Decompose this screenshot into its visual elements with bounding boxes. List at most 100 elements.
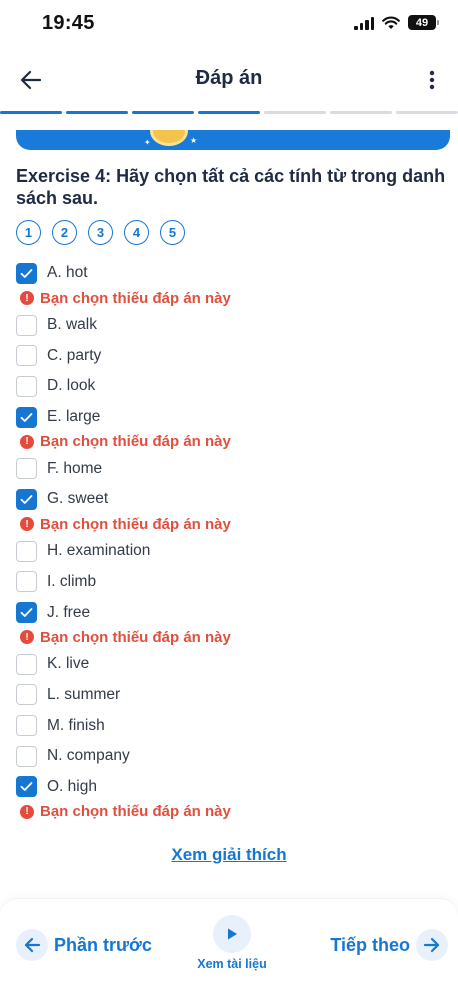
option-checkbox[interactable] [16,375,37,397]
option-checkbox[interactable] [16,776,37,798]
missing-answer-warning: ! Bạn chọn thiếu đáp án này [16,800,446,823]
option-label: N. company [47,747,130,765]
option-label: D. look [47,377,96,395]
option-checkbox[interactable] [16,684,37,706]
option-row[interactable]: L. summer [16,680,446,711]
option-checkbox[interactable] [16,345,37,367]
progress-segments [0,111,458,114]
option-checkbox[interactable] [16,406,37,428]
progress-segment [330,111,392,114]
progress-segment [198,111,260,114]
option-row[interactable]: C. party [16,340,446,371]
option-checkbox[interactable] [16,488,37,510]
play-icon [228,928,237,940]
missing-answer-warning: ! Bạn chọn thiếu đáp án này [16,513,446,536]
check-icon [20,608,33,617]
option-row[interactable]: G. sweet [16,484,446,515]
warning-text: Bạn chọn thiếu đáp án này [40,289,231,307]
option-row[interactable]: D. look [16,371,446,402]
option-checkbox[interactable] [16,314,37,336]
exclamation-circle-icon: ! [20,630,34,645]
sparkle-icon: ✦ [144,138,151,147]
option-checkbox[interactable] [16,262,37,284]
question-button-1[interactable]: 1 [16,220,41,245]
question-button-5[interactable]: 5 [160,220,185,245]
progress-segment [132,111,194,114]
battery-level: 49 [415,16,429,29]
missing-answer-warning: ! Bạn chọn thiếu đáp án này [16,430,446,453]
option-label: G. sweet [47,490,109,508]
status-bar: 19:45 49 [0,0,458,50]
option-checkbox[interactable] [16,745,37,767]
status-icons: 49 [354,15,439,30]
next-button[interactable]: Tiếp theo [330,929,448,961]
docs-label: Xem tài liệu [197,957,267,971]
coin-icon [150,130,188,146]
option-label: L. summer [47,685,121,703]
app-header: Đáp án [0,55,458,105]
option-checkbox[interactable] [16,458,37,480]
option-checkbox[interactable] [16,571,37,593]
option-row[interactable]: B. walk [16,310,446,341]
next-label: Tiếp theo [330,934,410,955]
sparkle-icon: ★ [190,136,198,145]
prev-button[interactable]: Phần trước [16,929,152,961]
missing-answer-warning: ! Bạn chọn thiếu đáp án này [16,287,446,310]
option-row[interactable]: H. examination [16,536,446,567]
option-label: I. climb [47,572,97,590]
exclamation-circle-icon: ! [20,517,34,532]
option-row[interactable]: M. finish [16,710,446,741]
progress-segment [66,111,128,114]
warning-text: Bạn chọn thiếu đáp án này [40,515,231,533]
more-button[interactable] [420,65,444,95]
arrow-right-icon [423,937,440,953]
warning-text: Bạn chọn thiếu đáp án này [40,628,231,646]
exclamation-circle-icon: ! [20,434,34,449]
option-label: H. examination [47,542,151,560]
option-label: A. hot [47,264,88,282]
question-button-3[interactable]: 3 [88,220,113,245]
question-button-2[interactable]: 2 [52,220,77,245]
exclamation-circle-icon: ! [20,804,34,819]
option-row[interactable]: F. home [16,453,446,484]
option-row[interactable]: O. high [16,772,446,803]
exclamation-circle-icon: ! [20,291,34,306]
status-time: 19:45 [42,12,95,34]
explain-link[interactable]: Xem giải thích [0,845,458,865]
warning-text: Bạn chọn thiếu đáp án này [40,803,231,821]
more-vertical-icon [429,70,435,90]
option-checkbox[interactable] [16,715,37,737]
option-row[interactable]: N. company [16,741,446,772]
question-nav: 12345 [16,220,185,245]
exercise-title: Exercise 4: Hãy chọn tất cả các tính từ … [16,166,446,208]
check-icon [20,268,33,278]
missing-answer-warning: ! Bạn chọn thiếu đáp án này [16,626,446,649]
prev-circle [16,929,48,961]
banner: ✦ ★ [16,130,450,150]
warning-text: Bạn chọn thiếu đáp án này [40,433,231,451]
option-checkbox[interactable] [16,602,37,624]
option-row[interactable]: A. hot [16,258,446,289]
question-button-4[interactable]: 4 [124,220,149,245]
option-row[interactable]: J. free [16,597,446,628]
battery-icon: 49 [408,15,439,30]
wifi-icon [382,16,400,29]
option-label: K. live [47,655,90,673]
next-circle [416,929,448,961]
option-checkbox[interactable] [16,653,37,675]
progress-segment [264,111,326,114]
docs-button[interactable]: Xem tài liệu [190,915,274,971]
option-row[interactable]: K. live [16,649,446,680]
option-checkbox[interactable] [16,540,37,562]
option-label: J. free [47,603,91,621]
option-row[interactable]: E. large [16,402,446,433]
check-icon [20,495,33,504]
page-title: Đáp án [195,67,263,89]
option-row[interactable]: I. climb [16,567,446,598]
option-label: E. large [47,408,101,426]
check-icon [20,412,33,422]
signal-icon [354,16,374,30]
bottom-nav: Phần trước Xem tài liệu Tiếp theo [0,898,458,991]
option-label: M. finish [47,716,105,734]
prev-label: Phần trước [54,934,152,955]
